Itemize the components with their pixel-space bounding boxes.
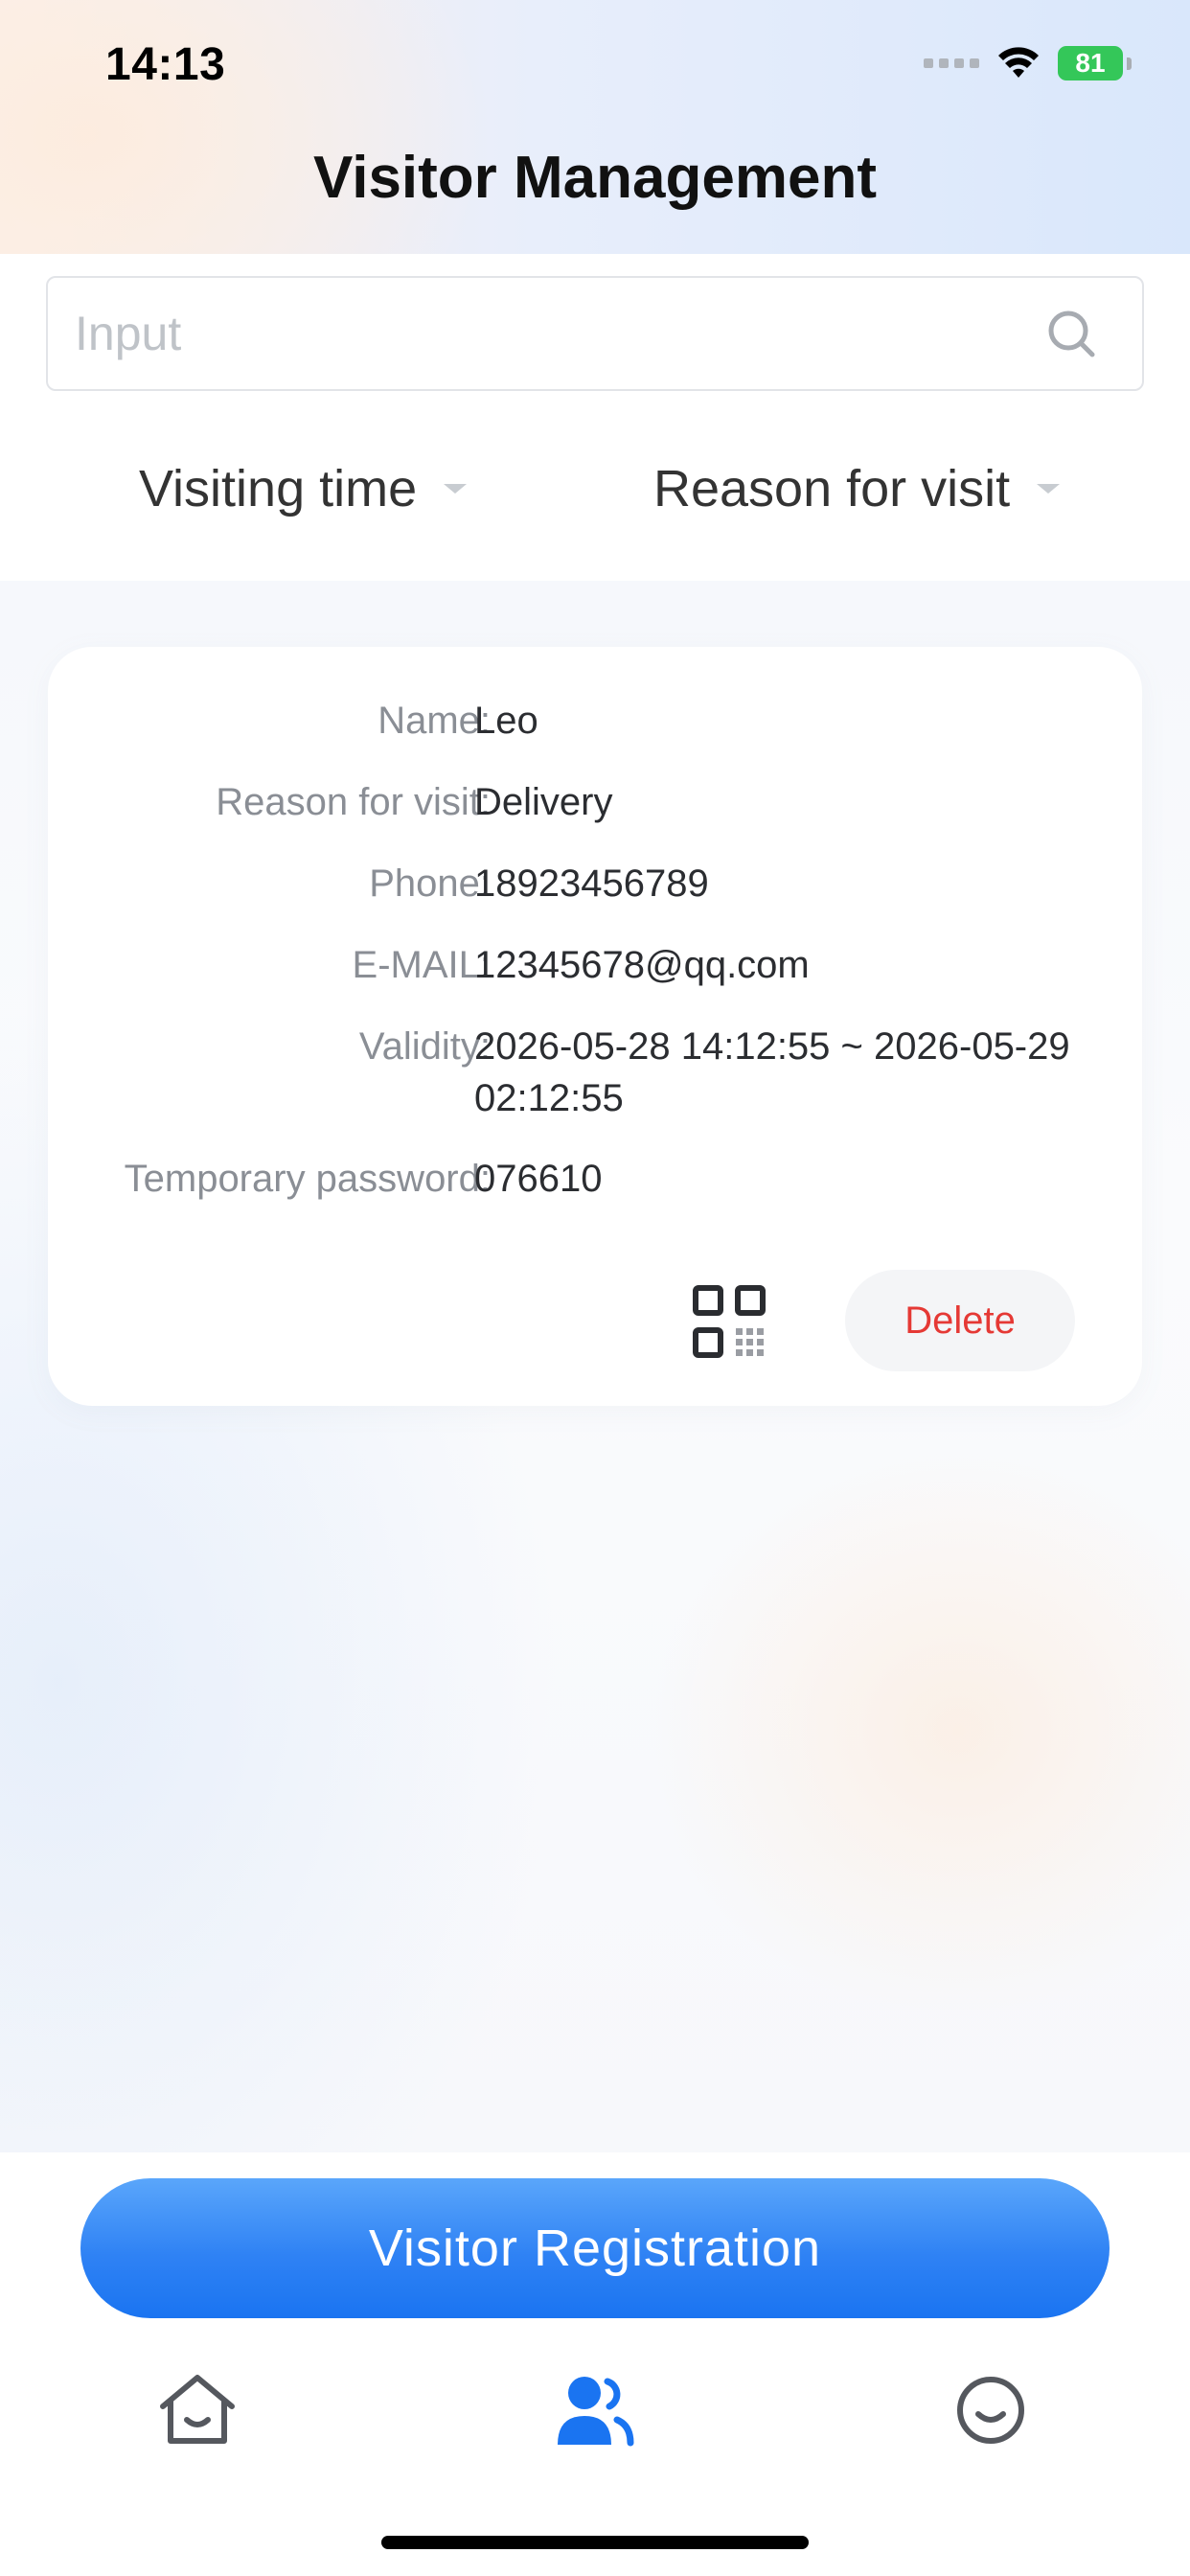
password-value: 076610 <box>474 1158 603 1200</box>
visitors-icon <box>558 2377 634 2447</box>
visiting-time-filter[interactable]: Visiting time <box>139 450 468 527</box>
page-title: Visitor Management <box>312 145 877 211</box>
home-indicator <box>381 2536 809 2549</box>
tab-profile[interactable] <box>943 2367 1039 2453</box>
validity-start-end: 2026-05-28 14:12:55 ~ 2026-05-29 <box>474 1025 1070 1068</box>
phone-value: 18923456789 <box>474 862 709 905</box>
reason-value: Delivery <box>474 781 613 823</box>
caret-down-icon <box>444 484 468 494</box>
validity-label: Validity: <box>358 1025 491 1068</box>
email-label: E-MAIL: <box>352 944 491 986</box>
home-icon <box>160 2375 235 2444</box>
validity-value: 2026-05-28 14:12:55 ~ 2026-05-29 02:12:5… <box>474 1021 1126 1124</box>
search-box <box>46 276 1144 391</box>
wifi-icon <box>998 47 1039 78</box>
battery-icon: 81 <box>1058 46 1132 80</box>
search-icon[interactable] <box>1044 307 1100 362</box>
visiting-time-filter-label: Visiting time <box>139 460 418 518</box>
delete-button[interactable]: Delete <box>845 1270 1075 1371</box>
reason-label: Reason for visit: <box>216 781 491 823</box>
name-value: Leo <box>474 700 538 742</box>
visitor-card: Name: Leo Reason for visit: Delivery Pho… <box>48 647 1142 1406</box>
profile-icon <box>957 2377 1024 2444</box>
qr-code-icon[interactable] <box>692 1284 767 1359</box>
phone-label: Phone: <box>369 862 491 905</box>
header: 14:13 81 Visitor Management <box>0 0 1190 254</box>
status-icons: 81 <box>924 42 1132 84</box>
reason-filter-label: Reason for visit <box>653 460 1011 518</box>
email-value: 12345678@qq.com <box>474 944 810 986</box>
caret-down-icon <box>1037 484 1061 494</box>
battery-level: 81 <box>1075 48 1106 78</box>
visitor-registration-button[interactable]: Visitor Registration <box>80 2178 1110 2318</box>
tab-home[interactable] <box>149 2367 245 2453</box>
search-input[interactable] <box>75 278 1033 389</box>
validity-end-time: 02:12:55 <box>474 1077 624 1119</box>
status-time: 14:13 <box>105 39 226 90</box>
cellular-signal-icon <box>924 58 979 68</box>
tab-visitors[interactable] <box>546 2367 642 2453</box>
password-label: Temporary password: <box>124 1158 491 1200</box>
reason-filter[interactable]: Reason for visit <box>653 450 1061 527</box>
